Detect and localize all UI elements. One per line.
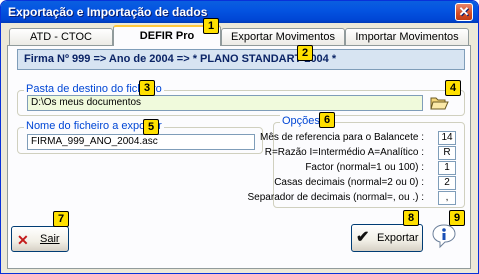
exit-label: Sair bbox=[40, 233, 60, 245]
callout-badge-9: 9 bbox=[449, 210, 465, 226]
option-label: Casas decimais (normal=2 ou 0) : bbox=[274, 177, 424, 188]
exit-icon: ✕ bbox=[17, 232, 29, 248]
tab-label: Exportar Movimentos bbox=[231, 31, 335, 43]
decimal-separator-field[interactable]: , bbox=[438, 191, 456, 205]
export-button[interactable]: ✔ Exportar bbox=[351, 224, 423, 252]
tab-label: DEFIR Pro bbox=[139, 30, 195, 42]
info-button[interactable] bbox=[431, 223, 457, 249]
tab-label: ATD - CTOC bbox=[30, 31, 92, 43]
window-title: Exportação e Importação de dados bbox=[8, 5, 208, 19]
title-bar[interactable]: Exportação e Importação de dados ✕ bbox=[1, 1, 478, 23]
exit-button[interactable]: ✕ Sair bbox=[11, 226, 69, 252]
company-banner: Firma Nº 999 => Ano de 2004 => * PLANO S… bbox=[17, 49, 465, 70]
tab-label: Importar Movimentos bbox=[355, 31, 459, 43]
filename-input[interactable]: FIRMA_999_ANO_2004.asc bbox=[27, 134, 255, 150]
month-reference-field[interactable]: 14 bbox=[438, 131, 456, 145]
tab-atd-ctoc[interactable]: ATD - CTOC bbox=[9, 28, 113, 45]
tab-importar-movimentos[interactable]: Importar Movimentos bbox=[345, 28, 469, 45]
option-label: Separador de decimais (normal=, ou .) : bbox=[247, 192, 424, 203]
folder-path-input[interactable]: D:\Os meus documentos bbox=[27, 95, 423, 111]
options-group: Opções Mês de referencia para o Balancet… bbox=[248, 115, 465, 208]
option-label: R=Razão I=Intermédio A=Analítico : bbox=[264, 147, 424, 158]
callout-badge-4: 4 bbox=[445, 80, 461, 96]
callout-badge-2: 2 bbox=[297, 45, 313, 61]
callout-badge-3: 3 bbox=[139, 80, 155, 96]
tab-exportar-movimentos[interactable]: Exportar Movimentos bbox=[221, 28, 345, 45]
callout-badge-1: 1 bbox=[203, 18, 219, 34]
options-legend: Opções bbox=[280, 115, 322, 127]
dialog-window: Exportação e Importação de dados ✕ ATD -… bbox=[0, 0, 479, 274]
close-button[interactable]: ✕ bbox=[455, 3, 473, 21]
open-folder-icon bbox=[430, 97, 449, 110]
callout-badge-7: 7 bbox=[53, 211, 69, 227]
info-icon bbox=[432, 224, 456, 249]
factor-field[interactable]: 1 bbox=[438, 161, 456, 175]
callout-badge-8: 8 bbox=[403, 210, 419, 226]
callout-badge-6: 6 bbox=[319, 112, 335, 128]
browse-folder-button[interactable] bbox=[429, 94, 449, 112]
ledger-type-field[interactable]: R bbox=[438, 146, 456, 160]
callout-badge-5: 5 bbox=[143, 119, 159, 135]
export-label: Exportar bbox=[377, 232, 419, 244]
banner-text: Firma Nº 999 => Ano de 2004 => * PLANO S… bbox=[24, 53, 337, 65]
option-label: Factor (normal=1 ou 100) : bbox=[305, 162, 424, 173]
decimal-places-field[interactable]: 2 bbox=[438, 176, 456, 190]
option-label: Mês de referencia para o Balancete : bbox=[260, 132, 424, 143]
checkmark-icon: ✔ bbox=[356, 229, 370, 246]
close-icon: ✕ bbox=[458, 4, 470, 19]
